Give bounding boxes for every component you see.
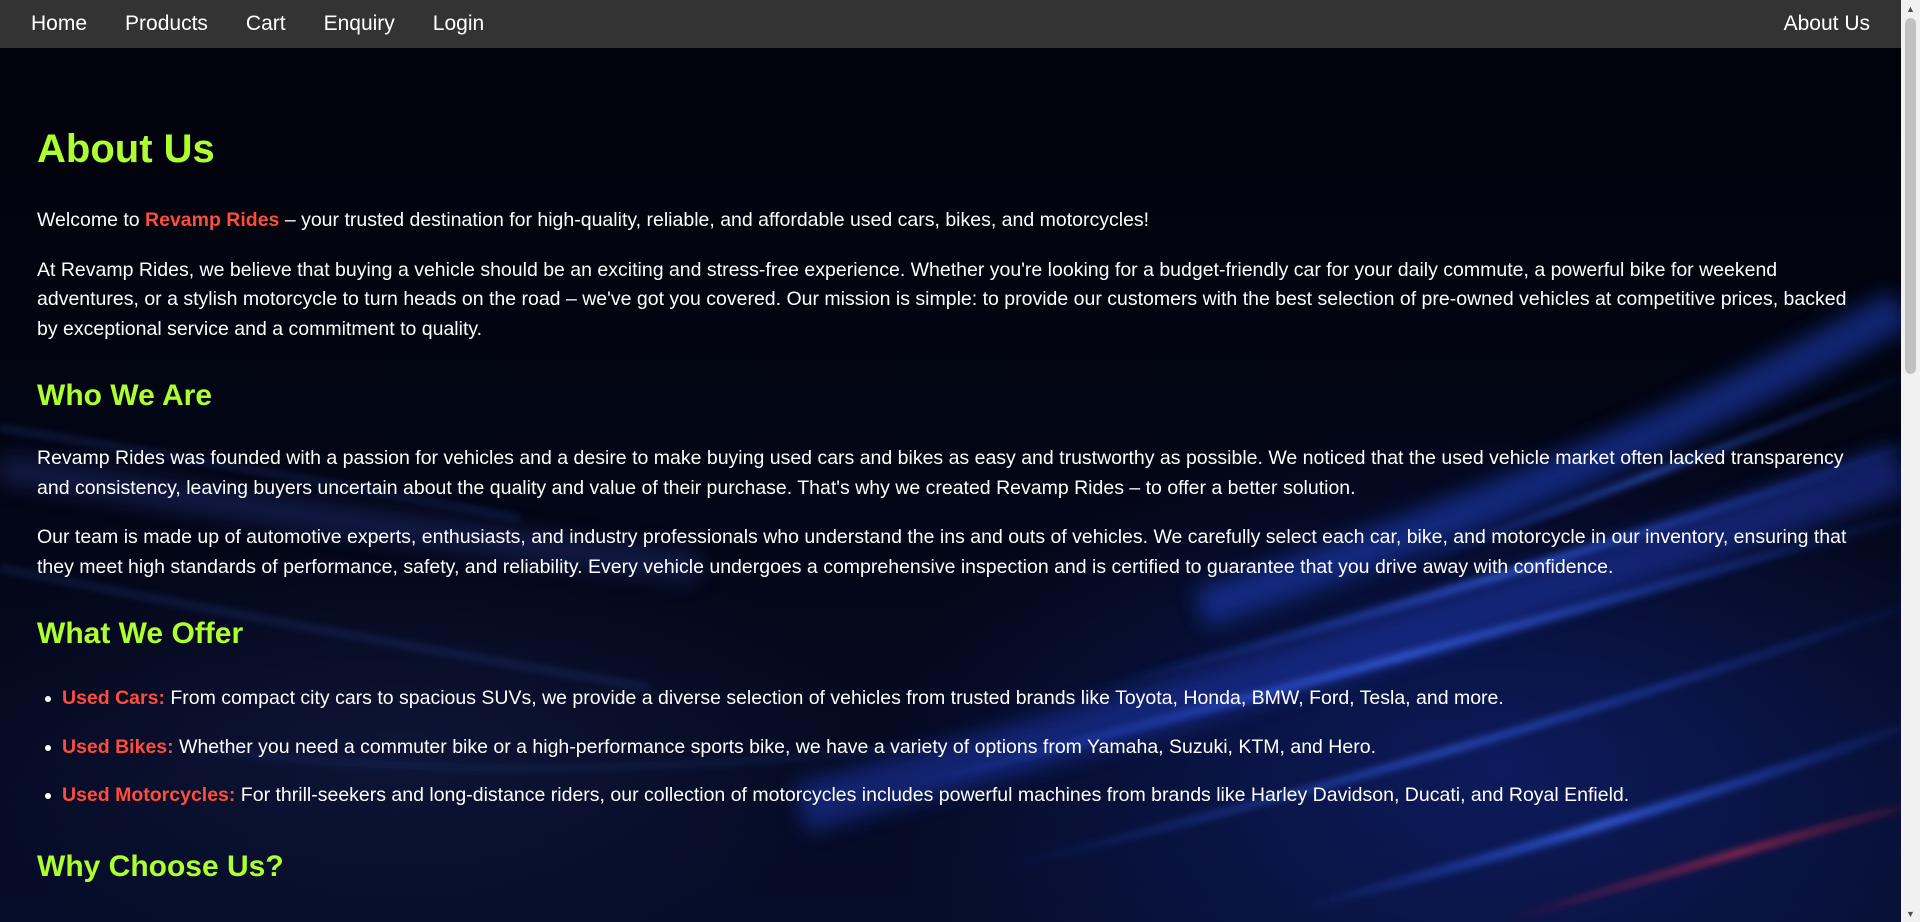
chevron-down-icon[interactable]: ▼ (1901, 905, 1920, 922)
offer-item-text: Whether you need a commuter bike or a hi… (173, 735, 1376, 758)
offer-item-text: For thrill-seekers and long-distance rid… (235, 784, 1630, 806)
nav-link-login[interactable]: Login (414, 0, 503, 48)
nav-link-about-us[interactable]: About Us (1765, 12, 1889, 35)
page-title: About Us (37, 127, 215, 171)
nav-right: About Us (1765, 0, 1901, 48)
welcome-paragraph: Welcome to Revamp Rides – your trusted d… (37, 206, 1864, 236)
offer-item-label: Used Bikes: (62, 735, 174, 758)
offer-item-used-motorcycles: Used Motorcycles: For thrill-seekers and… (45, 781, 1864, 811)
nav-link-home[interactable]: Home (12, 0, 106, 48)
nav-link-products[interactable]: Products (106, 0, 227, 48)
who-we-are-paragraph-1: Revamp Rides was founded with a passion … (37, 447, 1844, 499)
top-navbar: Home Products Cart Enquiry Login About U… (0, 0, 1901, 48)
about-content: About Us Welcome to Revamp Rides – your … (0, 48, 1901, 922)
welcome-text-after: – your trusted destination for high-qual… (279, 209, 1150, 231)
why-choose-us-heading: Why Choose Us? (37, 849, 284, 883)
offer-item-used-cars: Used Cars: From compact city cars to spa… (45, 684, 1864, 714)
offer-item-label: Used Cars: (62, 687, 165, 709)
what-we-offer-heading: What We Offer (37, 617, 244, 650)
nav-link-enquiry[interactable]: Enquiry (305, 0, 414, 48)
intro-paragraph: At Revamp Rides, we believe that buying … (37, 258, 1847, 340)
who-we-are-paragraph-2: Our team is made up of automotive expert… (37, 526, 1847, 578)
scrollbar-thumb[interactable] (1905, 18, 1916, 374)
offer-list: Used Cars: From compact city cars to spa… (37, 684, 1864, 811)
offer-item-text: From compact city cars to spacious SUVs,… (164, 687, 1504, 709)
nav-link-cart[interactable]: Cart (227, 0, 305, 48)
welcome-text-before: Welcome to (37, 209, 146, 231)
chevron-up-icon[interactable]: ▲ (1901, 0, 1920, 17)
offer-item-used-bikes: Used Bikes: Whether you need a commuter … (45, 733, 1864, 763)
vertical-scrollbar[interactable]: ▲ ▼ (1901, 0, 1920, 922)
who-we-are-heading: Who We Are (37, 379, 213, 412)
brand-name: Revamp Rides (145, 209, 280, 231)
offer-item-label: Used Motorcycles: (62, 784, 236, 806)
nav-links: Home Products Cart Enquiry Login (0, 0, 503, 48)
